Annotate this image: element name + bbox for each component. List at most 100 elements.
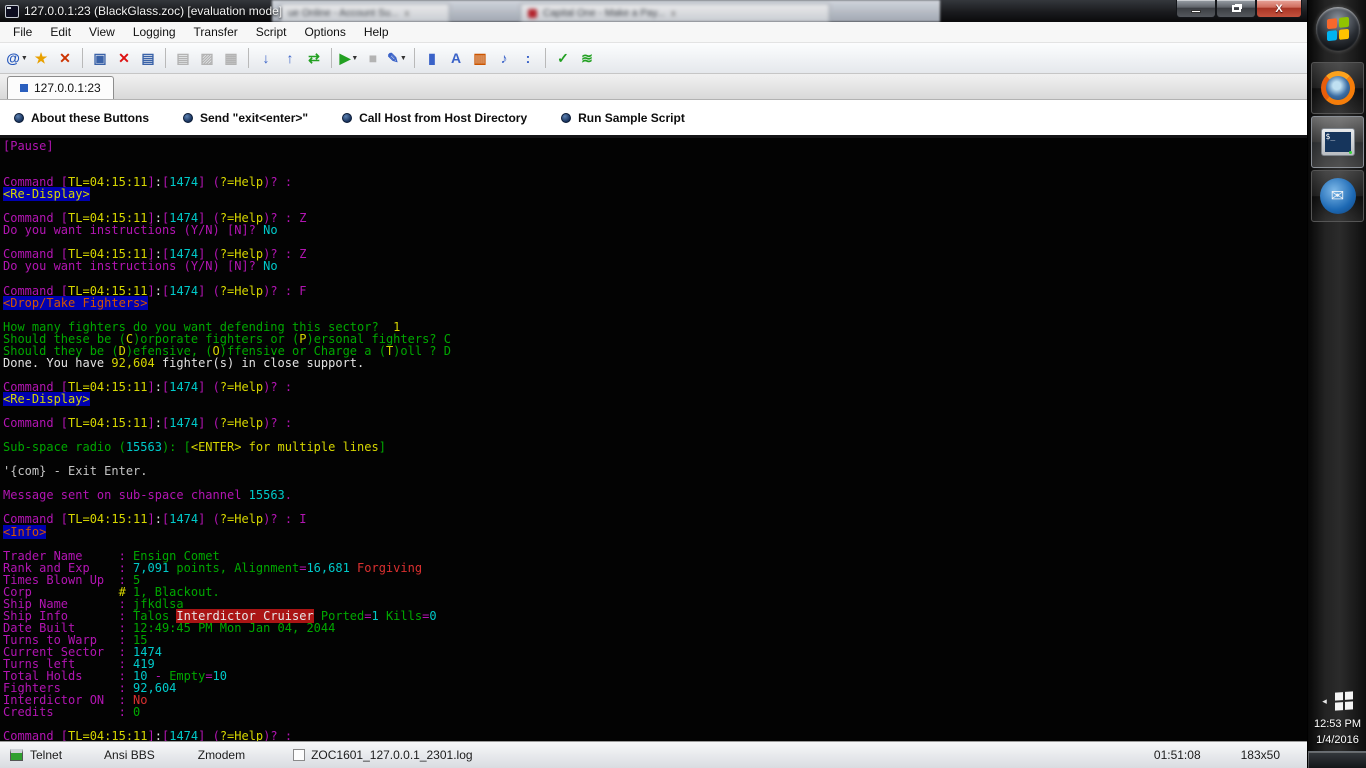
session-tab[interactable]: 127.0.0.1:23 <box>7 76 114 99</box>
close-icon: X <box>1275 2 1283 15</box>
toolbar-separator <box>331 48 332 68</box>
color-settings-button[interactable]: ▥ <box>468 47 492 70</box>
terminal-line: Credits : 0 <box>3 705 141 720</box>
call-host-button[interactable]: Call Host from Host Directory <box>342 111 527 125</box>
window-title: 127.0.0.1:23 (BlackGlass.zoc) [evaluatio… <box>24 4 283 18</box>
cursor-settings-button[interactable]: : <box>516 47 540 70</box>
toolbar-separator <box>414 48 415 68</box>
clock-time: 12:53 PM <box>1313 718 1362 730</box>
session-tab-icon <box>20 84 28 92</box>
transfer-protocol[interactable]: Zmodem <box>198 748 245 762</box>
terminal-screen[interactable]: [Pause] Command [TL=04:15:11]:[1474] (?=… <box>0 138 1307 741</box>
options-button[interactable]: ✓ <box>551 47 575 70</box>
terminal-line: <Drop/Take Fighters> <box>3 295 148 310</box>
disconnect-button[interactable]: ✕ <box>112 47 136 70</box>
menu-edit[interactable]: Edit <box>41 23 80 41</box>
host-directory-button[interactable]: @ ▼ <box>5 47 29 70</box>
toolbar-separator <box>82 48 83 68</box>
terminal-line: Turns to Warp : 15 <box>3 632 148 647</box>
app-icon[interactable] <box>5 4 19 18</box>
background-browser-tab: Capital One - Make a Pay... x <box>520 3 830 22</box>
dropdown-arrow-icon[interactable]: ▼ <box>351 55 358 62</box>
taskbar-thunderbird-button[interactable]: ✉ <box>1311 170 1364 222</box>
terminal-line: Date Built : 12:49:45 PM Mon Jan 04, 204… <box>3 620 336 635</box>
auto-transfer-icon: ⇄ <box>308 50 320 66</box>
quick-connection-button[interactable]: ★ <box>29 47 53 70</box>
terminal-line: Total Holds : 10 - Empty=10 <box>3 669 227 684</box>
font-settings-button[interactable]: A <box>444 47 468 70</box>
terminal-line: Message sent on sub-space channel 15563. <box>3 488 292 503</box>
terminal-line: Command [TL=04:15:11]:[1474] (?=Help)? :… <box>3 283 307 298</box>
log-file-name[interactable]: ZOC1601_127.0.0.1_2301.log <box>311 748 472 762</box>
about-these-buttons-button-label: About these Buttons <box>31 110 149 125</box>
session-log-icon: ▤ <box>141 50 155 66</box>
run-sample-script-button[interactable]: Run Sample Script <box>561 111 685 125</box>
connect-button[interactable]: ▣ <box>88 47 112 70</box>
run-sample-script-button-label: Run Sample Script <box>578 110 685 125</box>
disconnect-icon: ✕ <box>118 50 130 66</box>
windows-taskbar: $_ ✉ ◂ 12:53 PM 1/4/2016 <box>1307 0 1366 768</box>
menu-transfer[interactable]: Transfer <box>185 23 247 41</box>
quick-settings-button[interactable]: ≋ <box>575 47 599 70</box>
toolbar: @ ▼ ★ ✕ ▣ ✕ ▤ ▤ ▨ ▦ ↓ ↑ ⇄ ▶ ▼ ■ ✎ ▼ ▮ A ▥ ♪: ✓ ≋ <box>0 43 1307 74</box>
menu-script[interactable]: Script <box>247 23 296 41</box>
send-exit-button[interactable]: Send "exit<enter>" <box>183 111 308 125</box>
connection-type[interactable]: Telnet <box>30 748 62 762</box>
menu-options[interactable]: Options <box>295 23 354 41</box>
terminal-line: Rank and Exp : 7,091 points, Alignment=1… <box>3 560 423 575</box>
toolbar-separator <box>248 48 249 68</box>
download-button[interactable]: ↓ <box>254 47 278 70</box>
auto-transfer-button[interactable]: ⇄ <box>302 47 326 70</box>
run-script-button[interactable]: ▶ ▼ <box>337 47 361 70</box>
background-tab-close-icon: x <box>671 8 676 18</box>
minimize-button[interactable] <box>1176 0 1216 18</box>
bullet-icon <box>14 112 24 123</box>
close-button[interactable]: X <box>1256 0 1302 18</box>
quick-settings-icon: ≋ <box>581 50 593 66</box>
about-these-buttons-button[interactable]: About these Buttons <box>14 111 149 125</box>
device-settings-icon: ▮ <box>428 50 436 66</box>
run-script-icon: ▶ <box>339 50 351 66</box>
title-bar[interactable]: ue Online - Account Su... x Capital One - … <box>0 0 1307 22</box>
device-settings-button[interactable]: ▮ <box>420 47 444 70</box>
menu-help[interactable]: Help <box>355 23 398 41</box>
tray-expand-arrow-icon[interactable]: ◂ <box>1322 696 1327 707</box>
restore-button[interactable] <box>1216 0 1256 18</box>
options-icon: ✓ <box>557 50 569 66</box>
upload-button[interactable]: ↑ <box>278 47 302 70</box>
sound-settings-button[interactable]: ♪ <box>492 47 516 70</box>
dropdown-arrow-icon[interactable]: ▼ <box>400 55 407 62</box>
show-desktop-button[interactable] <box>1308 751 1366 768</box>
color-settings-icon: ▥ <box>473 50 487 66</box>
terminal-line: [Pause] <box>3 139 54 153</box>
print-button: ▦ <box>219 47 243 70</box>
windows-logo-icon <box>1327 16 1349 42</box>
thunderbird-icon: ✉ <box>1319 178 1356 214</box>
terminal-line: Command [TL=04:15:11]:[1474] (?=Help)? :… <box>3 512 307 527</box>
terminal-icon: $_ <box>1320 128 1355 156</box>
terminal-line: Sub-space radio (15563): [<ENTER> for mu… <box>3 440 386 455</box>
action-center-flag-icon[interactable] <box>1334 691 1353 711</box>
toolbar-separator <box>165 48 166 68</box>
terminal-line: Command [TL=04:15:11]:[1474] (?=Help)? : <box>3 416 293 431</box>
stop-script-button: ■ <box>361 47 385 70</box>
edit-script-button[interactable]: ✎ ▼ <box>385 47 409 70</box>
background-browser-tab: ue Online - Account Su... x <box>280 3 450 22</box>
log-file-checkbox[interactable] <box>293 749 306 761</box>
close-connection-button[interactable]: ✕ <box>53 47 77 70</box>
font-settings-icon: A <box>450 50 462 66</box>
start-button[interactable] <box>1316 7 1360 51</box>
terminal-line: Current Sector : 1474 <box>3 644 162 659</box>
emulation-type[interactable]: Ansi BBS <box>104 748 155 762</box>
download-icon: ↓ <box>262 50 270 66</box>
taskbar-firefox-button[interactable] <box>1311 62 1364 114</box>
menu-view[interactable]: View <box>80 23 124 41</box>
menu-logging[interactable]: Logging <box>124 23 185 41</box>
taskbar-zoc-terminal-button[interactable]: $_ <box>1311 116 1364 168</box>
menu-file[interactable]: File <box>4 23 41 41</box>
taskbar-clock[interactable]: 12:53 PM 1/4/2016 <box>1308 716 1366 748</box>
dropdown-arrow-icon[interactable]: ▼ <box>21 55 28 62</box>
terminal-line: Do you want instructions (Y/N) [N]? No <box>3 223 278 238</box>
terminal-line: <Info> <box>3 524 47 539</box>
session-log-button[interactable]: ▤ <box>136 47 160 70</box>
